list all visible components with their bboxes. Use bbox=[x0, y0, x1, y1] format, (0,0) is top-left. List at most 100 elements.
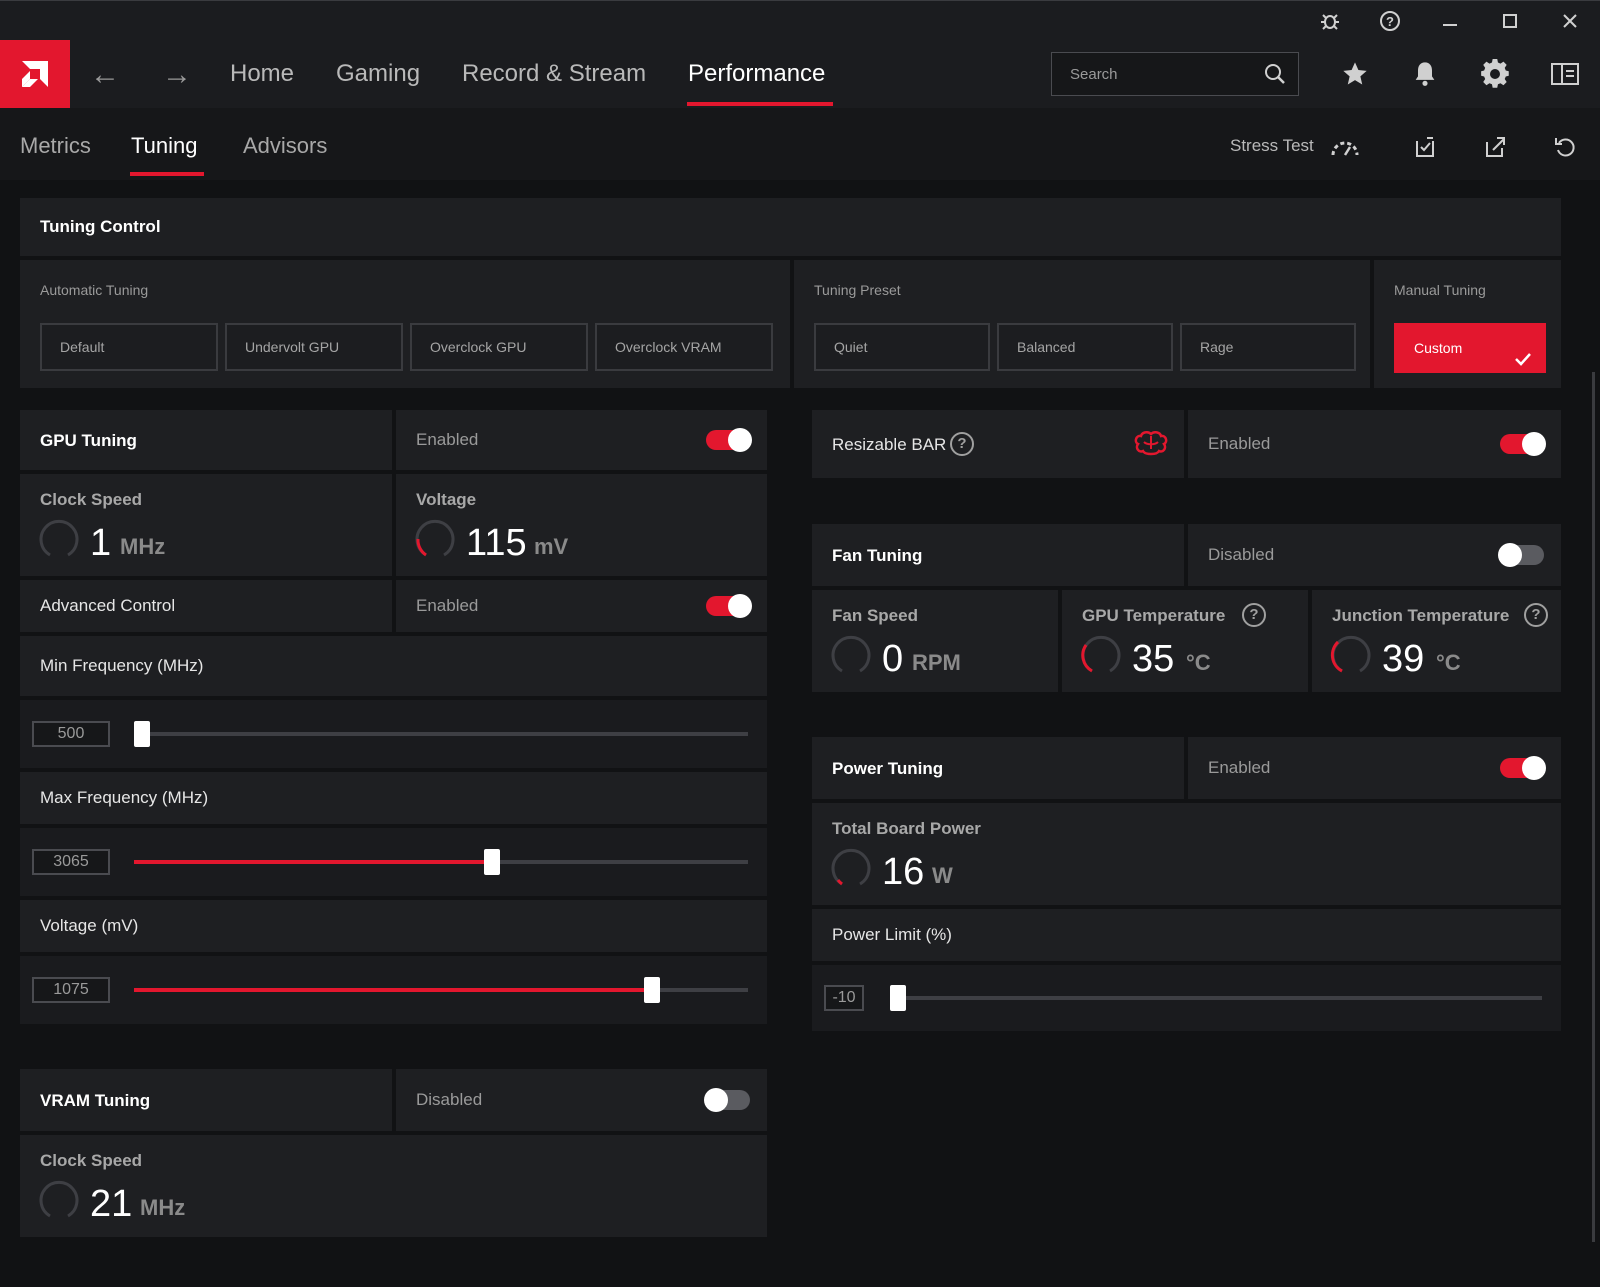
notifications-bell-icon[interactable] bbox=[1408, 57, 1442, 91]
min-frequency-slider[interactable] bbox=[134, 721, 748, 747]
advanced-control-toggle[interactable] bbox=[706, 594, 752, 618]
reset-icon[interactable] bbox=[1550, 132, 1580, 162]
vram-tuning-toggle-row: Disabled bbox=[396, 1069, 767, 1131]
amd-logo[interactable] bbox=[0, 40, 70, 108]
max-frequency-value[interactable]: 3065 bbox=[32, 849, 110, 875]
preset-quiet-button[interactable]: Quiet bbox=[814, 323, 990, 371]
max-frequency-slider-thumb[interactable] bbox=[483, 849, 500, 875]
stress-test-gauge-icon[interactable] bbox=[1330, 132, 1360, 162]
nav-home[interactable]: Home bbox=[230, 60, 294, 88]
tuning-control-title: Tuning Control bbox=[40, 217, 161, 236]
fan-speed-label: Fan Speed bbox=[832, 606, 918, 625]
gpu-tuning-toggle[interactable] bbox=[706, 428, 752, 452]
manual-tuning-section: Manual Tuning Custom bbox=[1374, 260, 1561, 388]
power-tuning-toggle-row: Enabled bbox=[1188, 737, 1561, 799]
tab-tuning[interactable]: Tuning bbox=[131, 133, 197, 159]
gpu-clock-speed-value: 1 bbox=[90, 522, 112, 564]
tab-advisors[interactable]: Advisors bbox=[243, 133, 327, 159]
gpu-tuning-title: GPU Tuning bbox=[40, 431, 137, 450]
search-placeholder: Search bbox=[1070, 66, 1118, 83]
fan-tuning-toggle-row: Disabled bbox=[1188, 524, 1561, 586]
voltage-row: Voltage (mV) bbox=[20, 900, 767, 952]
resizable-bar-toggle-row: Enabled bbox=[1188, 410, 1561, 478]
total-board-power-label: Total Board Power bbox=[832, 819, 981, 838]
gpu-temperature-unit: °C bbox=[1186, 650, 1211, 675]
import-profile-icon[interactable] bbox=[1410, 132, 1440, 162]
tuning-preset-section: Tuning Preset Quiet Balanced Rage bbox=[794, 260, 1370, 388]
main-navbar: ← → Home Gaming Record & Stream Performa… bbox=[0, 40, 1600, 108]
favorites-star-icon[interactable] bbox=[1338, 57, 1372, 91]
gpu-clock-speed-label: Clock Speed bbox=[40, 490, 143, 509]
min-frequency-label: Min Frequency (MHz) bbox=[40, 656, 204, 675]
fan-speed-value: 0 bbox=[882, 638, 904, 680]
amd-logo-icon bbox=[22, 61, 48, 87]
preset-custom-button[interactable]: Custom bbox=[1394, 323, 1546, 373]
advanced-control-status: Enabled bbox=[416, 596, 479, 615]
max-frequency-slider-fill bbox=[134, 860, 484, 864]
help-icon[interactable]: ? bbox=[1378, 9, 1402, 33]
bug-report-icon[interactable] bbox=[1318, 9, 1342, 33]
nav-gaming[interactable]: Gaming bbox=[336, 60, 420, 88]
forward-arrow-icon[interactable]: → bbox=[162, 58, 192, 92]
preset-undervolt-gpu-button[interactable]: Undervolt GPU bbox=[225, 323, 403, 371]
sub-navbar: Metrics Tuning Advisors Stress Test bbox=[0, 108, 1600, 180]
voltage-slider-value[interactable]: 1075 bbox=[32, 977, 110, 1003]
preset-default-button[interactable]: Default bbox=[40, 323, 218, 371]
junction-temperature-unit: °C bbox=[1436, 650, 1461, 675]
nav-record-stream[interactable]: Record & Stream bbox=[462, 60, 646, 88]
gpu-tuning-status: Enabled bbox=[416, 430, 479, 449]
vram-tuning-toggle[interactable] bbox=[704, 1088, 750, 1112]
close-icon[interactable] bbox=[1558, 9, 1582, 33]
tab-metrics[interactable]: Metrics bbox=[20, 133, 91, 159]
power-tuning-title: Power Tuning bbox=[832, 759, 944, 778]
resizable-bar-toggle[interactable] bbox=[1500, 432, 1546, 456]
automatic-tuning-section: Automatic Tuning Default Undervolt GPU O… bbox=[20, 260, 790, 388]
preset-overclock-vram-button[interactable]: Overclock VRAM bbox=[595, 323, 773, 371]
fan-speed-metric: Fan Speed 0 RPM bbox=[812, 590, 1058, 692]
min-frequency-value[interactable]: 500 bbox=[32, 721, 110, 747]
maximize-icon[interactable] bbox=[1498, 9, 1522, 33]
power-tuning-header: Power Tuning bbox=[812, 737, 1184, 799]
page-scrollbar[interactable] bbox=[1592, 372, 1595, 1242]
resizable-bar-help-icon[interactable]: ? bbox=[950, 432, 974, 456]
automatic-tuning-label: Automatic Tuning bbox=[40, 282, 149, 298]
search-input[interactable]: Search bbox=[1051, 52, 1299, 96]
min-frequency-row: Min Frequency (MHz) bbox=[20, 636, 767, 696]
nav-performance[interactable]: Performance bbox=[688, 60, 825, 88]
preset-balanced-button[interactable]: Balanced bbox=[997, 323, 1173, 371]
minimize-icon[interactable] bbox=[1438, 9, 1462, 33]
power-limit-value[interactable]: -10 bbox=[824, 985, 864, 1011]
max-frequency-row: Max Frequency (MHz) bbox=[20, 772, 767, 824]
export-profile-icon[interactable] bbox=[1480, 132, 1510, 162]
preset-overclock-gpu-button[interactable]: Overclock GPU bbox=[410, 323, 588, 371]
gpu-clock-gauge-icon bbox=[39, 519, 79, 557]
checkmark-icon bbox=[1514, 338, 1532, 388]
back-arrow-icon[interactable]: ← bbox=[90, 58, 120, 92]
fan-speed-unit: RPM bbox=[912, 650, 961, 675]
gpu-temperature-label: GPU Temperature bbox=[1082, 606, 1226, 625]
voltage-slider[interactable] bbox=[134, 977, 748, 1003]
preset-rage-button[interactable]: Rage bbox=[1180, 323, 1356, 371]
voltage-slider-label: Voltage (mV) bbox=[40, 916, 139, 935]
power-tuning-toggle[interactable] bbox=[1500, 756, 1546, 780]
junction-temperature-help-icon[interactable]: ? bbox=[1524, 603, 1548, 627]
stress-test-label[interactable]: Stress Test bbox=[1230, 136, 1314, 156]
power-limit-row: Power Limit (%) bbox=[812, 909, 1561, 961]
vram-clock-gauge-icon bbox=[39, 1180, 79, 1218]
settings-gear-icon[interactable] bbox=[1478, 57, 1512, 91]
voltage-slider-thumb[interactable] bbox=[643, 977, 660, 1003]
gpu-temperature-help-icon[interactable]: ? bbox=[1242, 603, 1266, 627]
search-icon[interactable] bbox=[1264, 63, 1286, 90]
tuning-control-header: Tuning Control bbox=[20, 198, 1561, 256]
total-board-power-unit: W bbox=[932, 863, 953, 888]
min-frequency-slider-thumb[interactable] bbox=[134, 721, 150, 747]
fan-speed-gauge-icon bbox=[831, 635, 871, 673]
gpu-clock-speed-unit: MHz bbox=[120, 534, 166, 559]
power-limit-slider-thumb[interactable] bbox=[890, 985, 906, 1011]
gpu-temperature-value: 35 bbox=[1132, 638, 1175, 680]
max-frequency-slider[interactable] bbox=[134, 849, 748, 875]
gpu-clock-speed-metric: Clock Speed 1 MHz bbox=[20, 474, 392, 576]
fan-tuning-toggle[interactable] bbox=[1498, 543, 1544, 567]
sidebar-toggle-icon[interactable] bbox=[1548, 57, 1582, 91]
power-limit-slider[interactable] bbox=[890, 985, 1542, 1011]
